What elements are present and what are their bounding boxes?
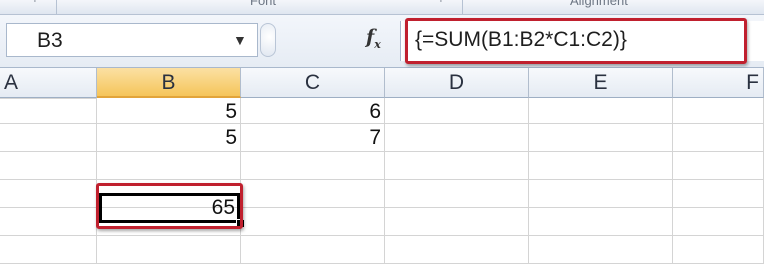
cell-a5[interactable] <box>0 208 97 236</box>
cell-b3-background[interactable] <box>97 152 241 180</box>
column-header-e[interactable]: E <box>529 68 673 98</box>
cell-e3[interactable] <box>529 152 673 180</box>
ribbon-group-font-label: Font <box>250 0 277 8</box>
active-cell-highlight-box <box>96 183 243 229</box>
cell-c6[interactable] <box>241 236 385 264</box>
cell-d2[interactable] <box>385 124 529 152</box>
column-header-a[interactable]: A <box>0 68 97 98</box>
ribbon-group-strip: ⌐ Font ⌐ Alignment <box>0 0 764 15</box>
column-header-c[interactable]: C <box>241 68 385 98</box>
column-header-f[interactable]: F <box>673 68 764 98</box>
cell-f3[interactable] <box>673 152 764 180</box>
cell-c1[interactable]: 6 <box>241 98 385 124</box>
cell-a3[interactable] <box>0 152 97 180</box>
cell-e5[interactable] <box>529 208 673 236</box>
cell-b1[interactable]: 5 <box>97 98 241 124</box>
formula-bar-resize-handle[interactable] <box>260 23 276 57</box>
fx-icon[interactable]: fx <box>366 26 381 51</box>
cell-d5[interactable] <box>385 208 529 236</box>
cell-d1[interactable] <box>385 98 529 124</box>
cell-a6[interactable] <box>0 236 97 264</box>
cell-f4[interactable] <box>673 180 764 208</box>
ribbon-separator <box>462 0 463 14</box>
cell-a4[interactable] <box>0 180 97 208</box>
cell-c3[interactable] <box>241 152 385 180</box>
column-header-b[interactable]: B <box>97 68 241 98</box>
cell-d3[interactable] <box>385 152 529 180</box>
cell-f2[interactable] <box>673 124 764 152</box>
ribbon-group-alignment-label: Alignment <box>570 0 628 8</box>
cell-e4[interactable] <box>529 180 673 208</box>
cell-f6[interactable] <box>673 236 764 264</box>
cell-e2[interactable] <box>529 124 673 152</box>
chevron-down-icon[interactable]: ▼ <box>233 32 247 48</box>
column-header-d[interactable]: D <box>385 68 529 98</box>
cell-c2[interactable]: 7 <box>241 124 385 152</box>
name-box[interactable]: B3 ▼ <box>6 23 258 57</box>
cell-f5[interactable] <box>673 208 764 236</box>
formula-highlight-box <box>405 18 747 64</box>
cell-d6[interactable] <box>385 236 529 264</box>
cell-c5[interactable] <box>241 208 385 236</box>
excel-window: ⌐ Font ⌐ Alignment B3 ▼ fx {=SUM(B1:B2*C… <box>0 0 764 266</box>
font-dialog-launcher-icon[interactable]: ⌐ <box>440 0 446 6</box>
dialog-launcher-icon[interactable]: ⌐ <box>34 0 40 6</box>
cell-b6[interactable] <box>97 236 241 264</box>
cell-e1[interactable] <box>529 98 673 124</box>
cell-b2[interactable]: 5 <box>97 124 241 152</box>
cell-f1[interactable] <box>673 98 764 124</box>
name-box-value: B3 <box>37 29 63 52</box>
cell-d4[interactable] <box>385 180 529 208</box>
cell-c4[interactable] <box>241 180 385 208</box>
cell-a1[interactable] <box>0 98 97 124</box>
cell-e6[interactable] <box>529 236 673 264</box>
ribbon-separator <box>56 0 57 14</box>
cell-a2[interactable] <box>0 124 97 152</box>
